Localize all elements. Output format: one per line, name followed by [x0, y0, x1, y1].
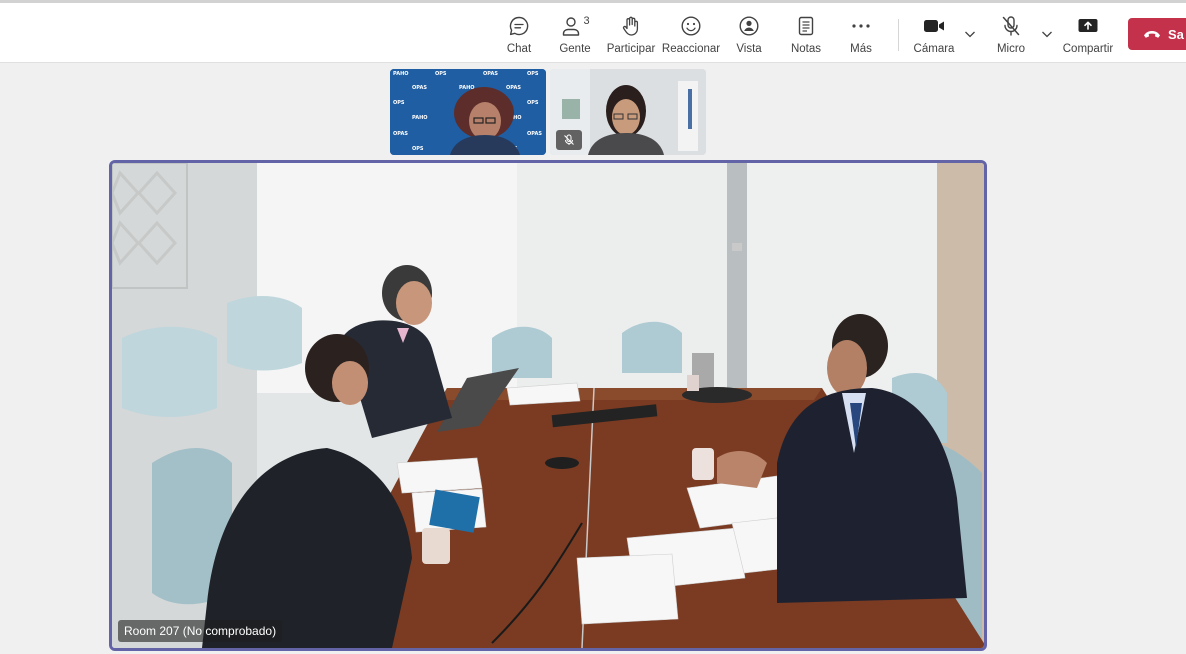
- meeting-room-video: [112, 163, 984, 648]
- mic-off-icon: [564, 134, 574, 145]
- svg-text:OPAS: OPAS: [393, 131, 408, 137]
- svg-text:OPS: OPS: [527, 71, 539, 77]
- video-camera-icon: [922, 13, 946, 39]
- people-count: 3: [583, 15, 590, 27]
- svg-text:OPS: OPS: [527, 100, 539, 106]
- mic-options-chevron-icon[interactable]: [1041, 27, 1053, 45]
- more-button[interactable]: Más: [848, 13, 874, 59]
- people-button[interactable]: 3 Gente: [558, 13, 592, 59]
- participant-name-tag: Room 207 (No comprobado): [118, 620, 283, 642]
- svg-text:OPS: OPS: [435, 71, 447, 77]
- svg-text:OPS: OPS: [393, 100, 405, 106]
- more-label: Más: [850, 43, 872, 55]
- share-label: Compartir: [1062, 43, 1114, 55]
- camera-options-chevron-icon[interactable]: [964, 27, 976, 45]
- react-button[interactable]: Reaccionar: [661, 13, 721, 59]
- more-dots-icon: [850, 13, 872, 39]
- leave-label: Sa: [1168, 26, 1184, 42]
- chat-button[interactable]: Chat: [505, 13, 533, 59]
- share-button[interactable]: Compartir: [1062, 13, 1114, 59]
- svg-text:PAHO: PAHO: [393, 71, 409, 77]
- svg-text:OPS: OPS: [412, 146, 424, 152]
- raise-hand-label: Participar: [606, 43, 656, 55]
- notes-button[interactable]: Notas: [790, 13, 822, 59]
- notes-label: Notas: [790, 43, 822, 55]
- people-label: Gente: [559, 43, 591, 55]
- leave-button[interactable]: Sa: [1128, 18, 1186, 50]
- chat-icon: [508, 13, 530, 39]
- participant-thumbnail[interactable]: PAHO OPS OPAS OPS OPAS PAHO OPAS OPS OPS…: [390, 69, 546, 155]
- svg-text:PAHO: PAHO: [412, 115, 428, 121]
- svg-text:OPAS: OPAS: [527, 131, 542, 137]
- mic-button[interactable]: Micro: [995, 13, 1027, 59]
- view-label: Vista: [736, 43, 762, 55]
- svg-text:OPAS: OPAS: [412, 85, 427, 91]
- muted-indicator: [556, 130, 582, 150]
- view-button[interactable]: Vista: [736, 13, 762, 59]
- view-icon: [738, 13, 760, 39]
- share-screen-icon: [1077, 13, 1099, 39]
- svg-text:OPAS: OPAS: [506, 85, 521, 91]
- hand-icon: [620, 13, 642, 39]
- camera-button[interactable]: Cámara: [914, 13, 954, 59]
- hang-up-icon: [1144, 31, 1160, 38]
- chat-label: Chat: [506, 43, 532, 55]
- toolbar-divider: [898, 19, 899, 51]
- meeting-toolbar: Chat 3 Gente Participar Reaccionar Vista…: [0, 3, 1186, 63]
- smiley-icon: [680, 13, 702, 39]
- react-label: Reaccionar: [661, 43, 721, 55]
- notes-icon: [795, 13, 817, 39]
- raise-hand-button[interactable]: Participar: [607, 13, 655, 59]
- mic-label: Micro: [996, 43, 1026, 55]
- people-icon: 3: [560, 13, 590, 39]
- participant-thumbnail[interactable]: [550, 69, 706, 155]
- svg-text:OPAS: OPAS: [483, 71, 498, 77]
- camera-label: Cámara: [913, 43, 955, 55]
- participant-video: PAHO OPS OPAS OPS OPAS PAHO OPAS OPS OPS…: [390, 69, 546, 155]
- mic-off-icon: [1000, 13, 1022, 39]
- main-video-tile[interactable]: Room 207 (No comprobado): [109, 160, 987, 651]
